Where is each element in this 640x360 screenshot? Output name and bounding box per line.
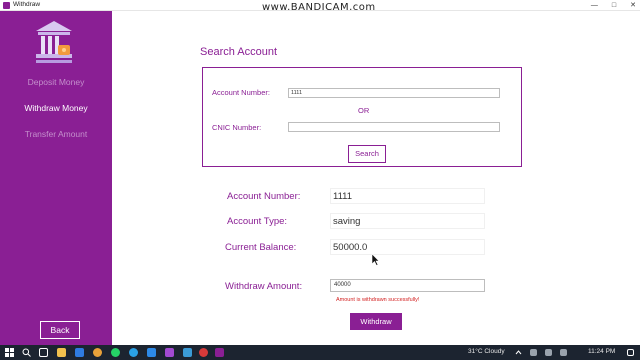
mail-icon[interactable] — [183, 348, 192, 357]
or-label: OR — [358, 106, 370, 115]
chevron-up-icon[interactable] — [515, 349, 522, 356]
windows-start-icon[interactable] — [5, 348, 14, 357]
account-number-field — [330, 188, 485, 204]
network-icon[interactable] — [530, 349, 537, 356]
bandicam-record-icon[interactable] — [199, 348, 208, 357]
cnic-number-input[interactable] — [288, 122, 500, 132]
telegram-icon[interactable] — [129, 348, 138, 357]
success-message: Amount is withdrawn successfully! — [336, 297, 420, 303]
withdraw-amount-input[interactable]: 40000 — [330, 279, 485, 292]
window-title: Withdraw — [13, 1, 41, 8]
search-account-box: Account Number: 1111 OR CNIC Number: Sea… — [202, 67, 522, 167]
edge-browser-icon[interactable] — [75, 348, 84, 357]
search-account-number-input[interactable]: 1111 — [288, 88, 500, 98]
maximize-button[interactable]: □ — [612, 0, 616, 11]
account-type-value: saving — [333, 216, 361, 227]
sidebar-item-withdraw-money[interactable]: Withdraw Money — [0, 103, 112, 113]
main-panel: Search Account Account Number: 1111 OR C… — [112, 11, 640, 345]
back-button[interactable]: Back — [40, 321, 80, 339]
close-button[interactable]: ✕ — [630, 0, 636, 11]
search-account-heading: Search Account — [200, 46, 278, 58]
task-view-icon[interactable] — [39, 348, 48, 357]
minimize-button[interactable]: — — [591, 0, 598, 11]
search-button[interactable]: Search — [348, 145, 386, 163]
battery-icon[interactable] — [560, 349, 567, 356]
vscode-icon[interactable] — [147, 348, 156, 357]
search-account-number-label: Account Number: — [212, 88, 270, 97]
withdraw-amount-label: Withdraw Amount: — [225, 281, 303, 292]
sidebar-item-deposit-money[interactable]: Deposit Money — [0, 77, 112, 87]
current-balance-label: Current Balance: — [225, 242, 297, 253]
search-icon[interactable] — [22, 348, 31, 357]
bank-logo-icon — [36, 21, 72, 63]
volume-icon[interactable] — [545, 349, 552, 356]
app-icon — [3, 2, 10, 9]
taskbar: 31°C Cloudy 11:24 PM — [0, 345, 640, 360]
whatsapp-icon[interactable] — [111, 348, 120, 357]
withdraw-button[interactable]: Withdraw — [350, 313, 402, 330]
account-type-label: Account Type: — [227, 216, 288, 227]
weather-status[interactable]: 31°C Cloudy — [468, 348, 505, 355]
sidebar-item-transfer-amount[interactable]: Transfer Amount — [0, 129, 112, 139]
window-controls: — □ ✕ — [591, 0, 636, 11]
account-number-value: 1111 — [333, 191, 353, 202]
account-number-label: Account Number: — [227, 191, 301, 202]
visual-studio-icon[interactable] — [165, 348, 174, 357]
mouse-pointer-icon — [372, 254, 380, 266]
file-explorer-icon[interactable] — [57, 348, 66, 357]
sidebar: Deposit Money Withdraw Money Transfer Am… — [0, 11, 112, 345]
notifications-icon[interactable] — [627, 349, 634, 356]
withdraw-app-icon[interactable] — [215, 348, 224, 357]
firefox-icon[interactable] — [93, 348, 102, 357]
cnic-number-label: CNIC Number: — [212, 123, 262, 132]
current-balance-value: 50000.0 — [333, 242, 368, 253]
clock[interactable]: 11:24 PM — [588, 348, 615, 355]
